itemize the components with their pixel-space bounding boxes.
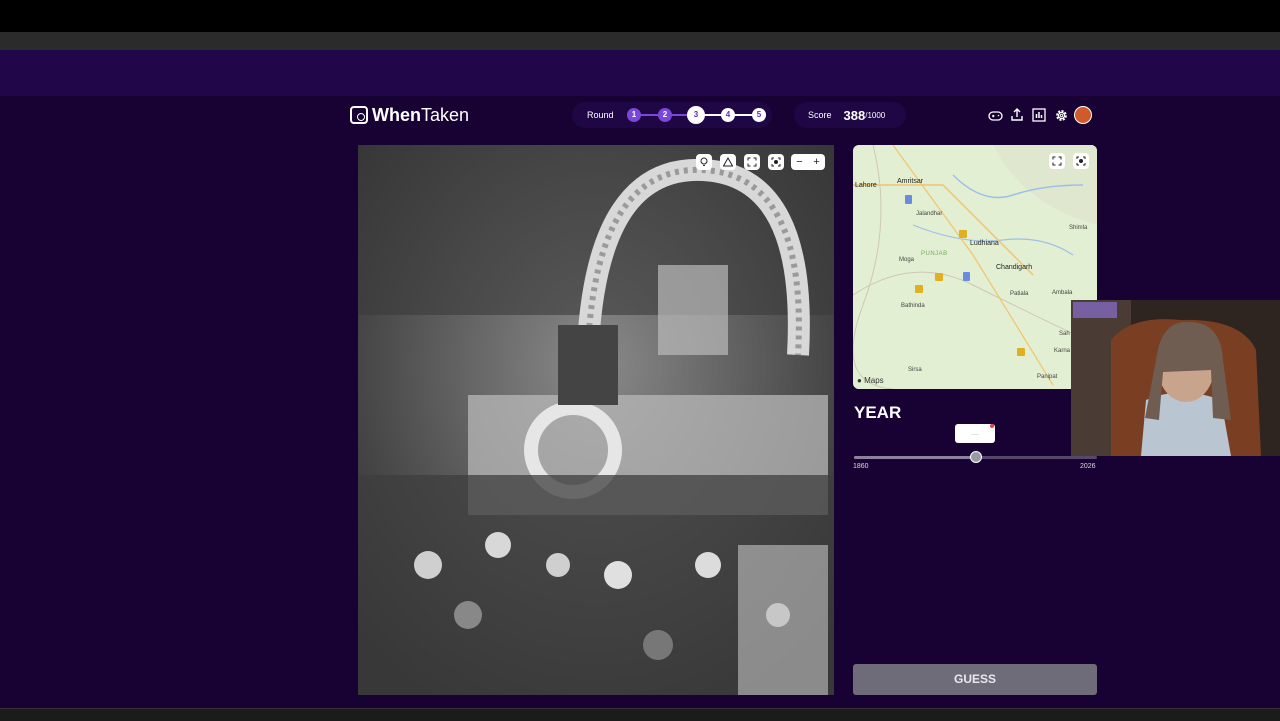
- year-slider-min: 1860: [853, 463, 869, 470]
- webcam-overlay: [1071, 300, 1280, 456]
- logo-icon: [350, 106, 368, 124]
- header-band: [0, 50, 1280, 96]
- guess-map[interactable]: Lahore Amritsar Jalandhar Ludhiana Moga …: [853, 145, 1097, 389]
- score-value: 388: [843, 107, 866, 123]
- map-city-label: Patiala: [1010, 291, 1029, 297]
- year-slider-max: 2026: [1080, 463, 1096, 470]
- zoom-in-button[interactable]: +: [808, 154, 825, 170]
- browser-chrome-bar: [0, 32, 1280, 51]
- app-logo[interactable]: When Taken: [350, 104, 469, 126]
- map-city-label: Sah: [1059, 331, 1070, 337]
- zoom-out-button[interactable]: −: [791, 154, 808, 170]
- apple-logo-icon: ●: [857, 376, 862, 385]
- avatar[interactable]: [1074, 106, 1092, 124]
- fullscreen-icon[interactable]: [744, 154, 760, 170]
- map-city-label: Ambala: [1052, 290, 1073, 296]
- logo-text-bold: When: [372, 104, 421, 125]
- map-city-label: Bathinda: [901, 303, 925, 309]
- map-city-label: Ludhiana: [970, 240, 999, 247]
- map-city-label: Jalandhar: [916, 211, 943, 217]
- logo-text-light: Taken: [421, 104, 470, 125]
- score-indicator: Score 388/1000: [794, 102, 906, 128]
- map-region-label: PUNJAB: [921, 251, 948, 257]
- bubble-indicator-dot: [990, 424, 994, 428]
- score-label: Score: [808, 110, 832, 120]
- avatar-image: [1074, 106, 1092, 124]
- map-city-label: Shimla: [1069, 225, 1088, 231]
- top-black-bar: [0, 0, 1280, 32]
- photo-image: [358, 145, 834, 695]
- round-step-4: 4: [721, 108, 735, 122]
- map-attribution-text: Maps: [864, 376, 884, 385]
- zoom-controls: − +: [791, 154, 825, 170]
- webcam-image: [1071, 300, 1280, 456]
- map-city-label: Lahore: [855, 182, 877, 189]
- share-icon[interactable]: [1008, 106, 1026, 124]
- map-city-label: Moga: [899, 257, 915, 263]
- header-icons: [986, 106, 1096, 124]
- round-step-5: 5: [752, 108, 766, 122]
- hint-icon[interactable]: [696, 154, 712, 170]
- leaderboard-icon[interactable]: [1030, 106, 1048, 124]
- recenter-icon[interactable]: [768, 154, 784, 170]
- year-slider-fill: [854, 456, 976, 459]
- map-city-label: Sirsa: [908, 367, 922, 373]
- bottom-bar: [0, 708, 1280, 721]
- report-icon[interactable]: [720, 154, 736, 170]
- round-label: Round: [587, 110, 614, 120]
- score-max: /1000: [865, 110, 886, 120]
- map-attribution: ● Maps: [857, 376, 884, 385]
- map-city-label: Amritsar: [897, 178, 924, 185]
- gamepad-icon[interactable]: [986, 106, 1004, 124]
- round-step-2: 2: [658, 108, 672, 122]
- historical-photo[interactable]: − +: [358, 145, 834, 695]
- map-city-label: Karna: [1054, 348, 1071, 354]
- round-indicator: Round 1 2 3 4 5: [572, 102, 772, 128]
- map-city-label: Panipat: [1037, 374, 1058, 380]
- guess-button[interactable]: GUESS: [853, 664, 1097, 695]
- year-value-placeholder: ....: [971, 430, 979, 437]
- round-step-3: 3: [687, 106, 705, 124]
- map-city-label: Chandigarh: [996, 264, 1033, 271]
- gear-icon[interactable]: [1052, 106, 1070, 124]
- year-title: YEAR: [854, 403, 902, 422]
- map-recenter-icon[interactable]: [1073, 153, 1089, 169]
- map-fullscreen-icon[interactable]: [1049, 153, 1065, 169]
- year-slider-thumb[interactable]: [969, 451, 982, 463]
- year-value-bubble: ....: [955, 424, 995, 443]
- round-track: 1 2 3 4 5: [627, 105, 767, 125]
- round-step-1: 1: [627, 108, 641, 122]
